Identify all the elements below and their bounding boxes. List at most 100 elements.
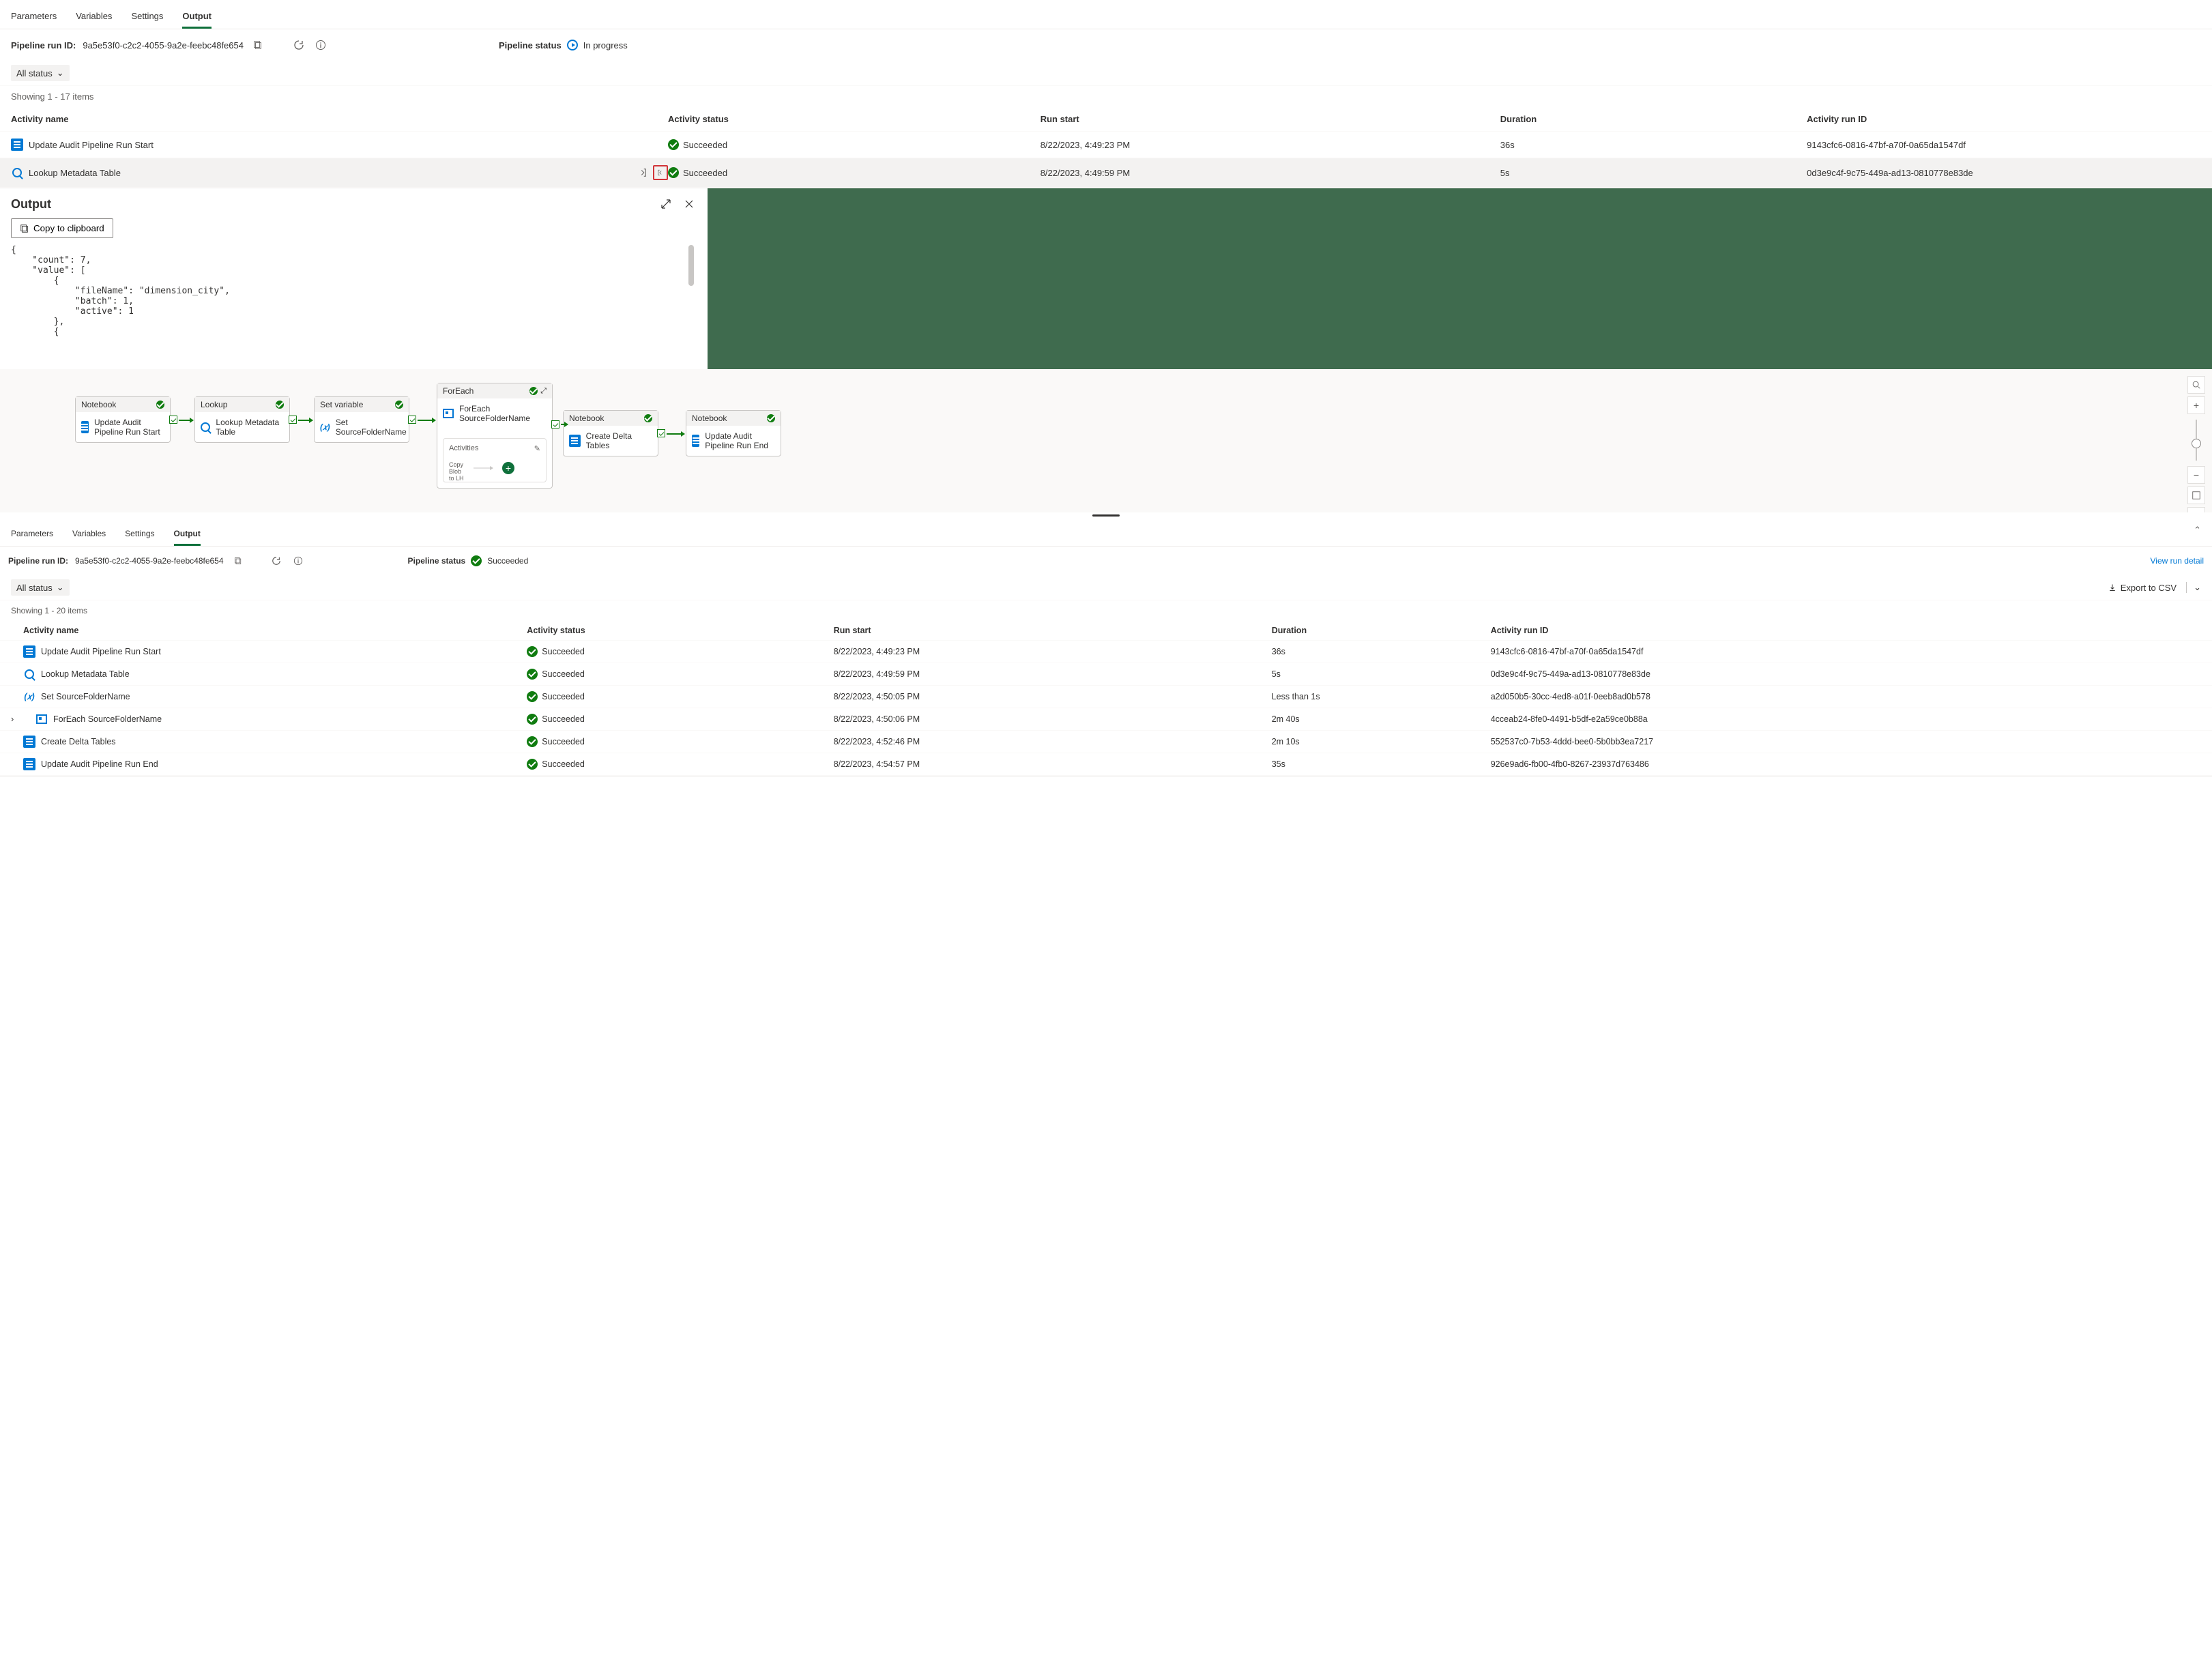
- status-filter[interactable]: All status⌄: [11, 579, 70, 596]
- tab-output[interactable]: Output: [174, 523, 201, 546]
- export-dropdown-icon[interactable]: ⌄: [2186, 582, 2201, 593]
- canvas-node[interactable]: NotebookUpdate Audit Pipeline Run Start: [75, 396, 171, 443]
- refresh-icon[interactable]: [269, 553, 284, 568]
- output-panel: Output Copy to clipboard { "count": 7, "…: [0, 188, 2212, 369]
- zoom-in-button[interactable]: +: [2187, 396, 2205, 414]
- copy-activity-icon[interactable]: Copy Blob to LH: [449, 460, 465, 476]
- run-id: 9143cfc6-0816-47bf-a70f-0a65da1547df: [1807, 140, 2201, 150]
- run-id: 4cceab24-8fe0-4491-b5df-e2a59ce0b88a: [1491, 714, 2201, 724]
- showing-text: Showing 1 - 20 items: [0, 600, 2212, 621]
- layout-icon[interactable]: [2187, 507, 2205, 512]
- run-id: 926e9ad6-fb00-4fb0-8267-23937d763486: [1491, 759, 2201, 769]
- node-label: ForEach SourceFolderName: [459, 404, 547, 423]
- connector-arrow: [179, 420, 193, 421]
- info-icon[interactable]: [291, 553, 306, 568]
- success-icon: [527, 714, 538, 725]
- filter-bar: All status⌄: [0, 61, 2212, 86]
- lookup-icon: [201, 421, 210, 433]
- collapse-icon[interactable]: ⌃: [2194, 525, 2201, 536]
- add-activity-icon[interactable]: +: [502, 462, 514, 474]
- col-run-id: Activity run ID: [1807, 114, 2201, 124]
- tab-parameters[interactable]: Parameters: [11, 523, 53, 546]
- info-icon[interactable]: [313, 38, 328, 53]
- run-start: 8/22/2023, 4:49:23 PM: [834, 647, 1272, 656]
- expand-icon[interactable]: [658, 197, 673, 212]
- output-json[interactable]: { "count": 7, "value": [ { "fileName": "…: [11, 245, 697, 361]
- refresh-icon[interactable]: [291, 38, 306, 53]
- run-start: 8/22/2023, 4:50:06 PM: [834, 714, 1272, 724]
- tab-variables[interactable]: Variables: [72, 523, 106, 546]
- status-filter[interactable]: All status⌄: [11, 65, 70, 81]
- close-icon[interactable]: [682, 197, 697, 212]
- run-id: 0d3e9c4f-9c75-449a-ad13-0810778e83de: [1491, 669, 2201, 679]
- activity-name: Update Audit Pipeline Run Start: [29, 140, 154, 150]
- table-row[interactable]: Lookup Metadata TableSucceeded8/22/2023,…: [0, 663, 2212, 686]
- notebook-icon: [11, 139, 23, 151]
- status-text: Succeeded: [542, 714, 585, 724]
- tab-settings[interactable]: Settings: [131, 5, 163, 29]
- run-id: 9143cfc6-0816-47bf-a70f-0a65da1547df: [1491, 647, 2201, 656]
- table-row[interactable]: ›ForEach SourceFolderNameSucceeded8/22/2…: [0, 708, 2212, 731]
- success-icon: [527, 759, 538, 770]
- connector-arrow: [561, 424, 568, 425]
- activity-name: Set SourceFolderName: [41, 692, 130, 701]
- table-row[interactable]: Lookup Metadata TableSucceeded8/22/2023,…: [0, 158, 2212, 188]
- copy-icon[interactable]: [231, 553, 246, 568]
- duration: 36s: [1500, 140, 1807, 150]
- table-row[interactable]: Update Audit Pipeline Run StartSucceeded…: [0, 641, 2212, 663]
- pipeline-canvas[interactable]: + − NotebookUpdate Audit Pipeline Run St…: [0, 369, 2212, 512]
- setvar-icon: (𝑥): [23, 691, 35, 703]
- view-run-detail-link[interactable]: View run detail: [2151, 556, 2204, 566]
- bottom-table-header: Activity name Activity status Run start …: [0, 621, 2212, 641]
- run-id: 552537c0-7b53-4ddd-bee0-5b0bb3ea7217: [1491, 737, 2201, 746]
- connector-check-icon: [169, 416, 177, 424]
- connector-arrow: [667, 433, 684, 435]
- expand-node-icon[interactable]: ⤢: [540, 387, 547, 396]
- connector-arrow: [418, 420, 435, 421]
- edit-icon[interactable]: ✎: [534, 444, 540, 453]
- tab-parameters[interactable]: Parameters: [11, 5, 57, 29]
- status-label: Pipeline status: [499, 40, 562, 50]
- input-icon[interactable]: [635, 165, 650, 180]
- status-text: Succeeded: [542, 737, 585, 746]
- status-text: Succeeded: [542, 759, 585, 769]
- canvas-node[interactable]: Set variable(𝑥)Set SourceFolderName: [314, 396, 409, 443]
- table-row[interactable]: (𝑥)Set SourceFolderNameSucceeded8/22/202…: [0, 686, 2212, 708]
- copy-icon[interactable]: [250, 38, 265, 53]
- status-label: Pipeline status: [408, 556, 466, 566]
- expand-chevron-icon[interactable]: ›: [11, 714, 14, 724]
- top-tabs: Parameters Variables Settings Output: [0, 0, 2212, 29]
- fit-icon[interactable]: [2187, 486, 2205, 504]
- canvas-node[interactable]: NotebookUpdate Audit Pipeline Run End: [686, 410, 781, 456]
- top-panel: Parameters Variables Settings Output Pipeli…: [0, 0, 2212, 188]
- canvas-node[interactable]: NotebookCreate Delta Tables: [563, 410, 658, 456]
- table-row[interactable]: Update Audit Pipeline Run EndSucceeded8/…: [0, 753, 2212, 776]
- activity-name: Create Delta Tables: [41, 737, 116, 746]
- activity-name: Lookup Metadata Table: [41, 669, 130, 679]
- zoom-out-button[interactable]: −: [2187, 466, 2205, 484]
- tab-variables[interactable]: Variables: [76, 5, 112, 29]
- success-icon: [276, 401, 284, 409]
- canvas-node[interactable]: ForEach⤢ForEach SourceFolderNameActiviti…: [437, 383, 553, 489]
- output-title: Output: [11, 197, 51, 212]
- search-canvas-icon[interactable]: [2187, 376, 2205, 394]
- notebook-icon: [23, 645, 35, 658]
- output-icon[interactable]: [653, 165, 668, 180]
- export-csv-button[interactable]: Export to CSV: [2108, 583, 2177, 593]
- table-row[interactable]: Update Audit Pipeline Run StartSucceeded…: [0, 132, 2212, 158]
- pipeline-status: Pipeline status In progress: [499, 40, 628, 50]
- drag-handle[interactable]: [0, 512, 2212, 518]
- status-text: Succeeded: [542, 692, 585, 701]
- notebook-icon: [23, 758, 35, 770]
- col-duration: Duration: [1500, 114, 1807, 124]
- tab-output[interactable]: Output: [182, 5, 212, 29]
- foreach-icon: [443, 407, 454, 420]
- duration: 2m 10s: [1272, 737, 1491, 746]
- tab-settings[interactable]: Settings: [125, 523, 154, 546]
- success-icon: [668, 167, 679, 178]
- copy-to-clipboard-button[interactable]: Copy to clipboard: [11, 218, 113, 238]
- node-type: Set variable: [320, 400, 363, 409]
- table-row[interactable]: Create Delta TablesSucceeded8/22/2023, 4…: [0, 731, 2212, 753]
- zoom-slider[interactable]: [2196, 420, 2197, 461]
- canvas-node[interactable]: LookupLookup Metadata Table: [194, 396, 290, 443]
